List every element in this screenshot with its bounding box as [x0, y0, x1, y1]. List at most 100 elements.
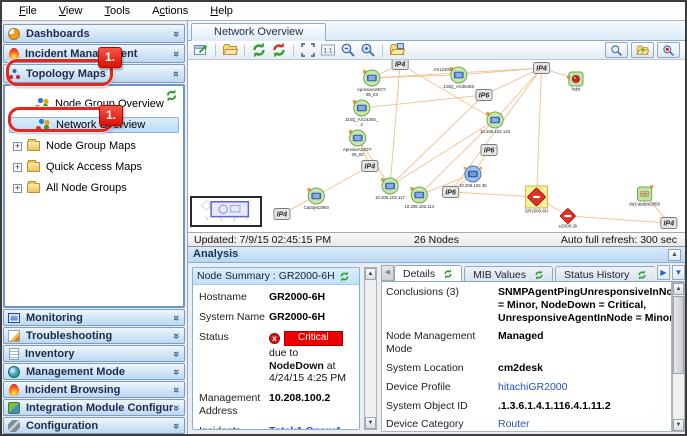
expand-plus-icon[interactable]: +: [13, 183, 22, 193]
sidebar-item-node-group-overview[interactable]: Node Group Overview: [9, 96, 179, 112]
expand-chevron-icon[interactable]: »: [170, 332, 182, 338]
map-tab-strip: Network Overview: [188, 21, 685, 41]
tab-list-dropdown-button[interactable]: ▼: [672, 265, 685, 280]
refresh-icon[interactable]: [633, 269, 647, 280]
scrollbar-thumb[interactable]: [673, 296, 684, 374]
menu-file[interactable]: File: [8, 4, 48, 18]
refresh-icon[interactable]: [339, 270, 350, 282]
sidebar-item-network-overview[interactable]: Network Overview: [9, 117, 179, 133]
tab-network-overview[interactable]: Network Overview: [191, 23, 327, 41]
expand-plus-icon[interactable]: +: [13, 141, 22, 151]
refresh-icon[interactable]: [439, 269, 453, 279]
menu-tools[interactable]: Tools: [93, 4, 141, 18]
refresh-icon[interactable]: [530, 269, 544, 280]
tab-scroll-left-button[interactable]: ◀: [381, 265, 394, 281]
map-status-bar: Updated: 7/9/15 02:45:15 PM 26 Nodes Aut…: [188, 232, 685, 247]
find-icon[interactable]: [605, 42, 628, 58]
scroll-up-button[interactable]: ▲: [365, 268, 376, 280]
expand-chevron-icon[interactable]: »: [170, 350, 182, 356]
analysis-header[interactable]: Analysis ▲: [188, 247, 685, 263]
map-node-a-ip4[interactable]: IP4: [391, 60, 409, 70]
map-node-j-ip4[interactable]: IP4: [361, 160, 379, 172]
sidebar-panel-incident-browsing[interactable]: Incident Browsing »: [3, 381, 185, 398]
expand-chevron-icon[interactable]: »: [170, 314, 182, 320]
sidebar-item-quick-access-maps[interactable]: + Quick Access Maps: [9, 159, 179, 175]
scroll-up-button[interactable]: ▲: [673, 283, 684, 295]
scroll-down-button[interactable]: ▼: [673, 419, 684, 431]
scroll-down-button[interactable]: ▼: [365, 417, 376, 429]
menu-view[interactable]: View: [48, 4, 94, 18]
tab-mib-values[interactable]: MIB Values: [464, 266, 554, 281]
sidebar-panel-monitoring[interactable]: Monitoring »: [3, 309, 185, 326]
sidebar-panel-integration-module-configuration[interactable]: Integration Module Configuration»: [3, 399, 185, 416]
topology-map[interactable]: IP4AX1240S-1ApresiaA24GT-05_03J34Q_AX243…: [188, 60, 685, 232]
map-node-f-ip4[interactable]: IP4: [533, 62, 551, 74]
expand-chevron-icon[interactable]: »: [170, 386, 182, 392]
sidebar-panel-incident-management[interactable]: Incident Management»: [3, 44, 185, 63]
field-value[interactable]: Total:1 Open:1 Last Hour:0 Last Day:0 Fi…: [269, 425, 355, 429]
expand-chevron-icon[interactable]: »: [170, 368, 182, 374]
sidebar-item-node-group-maps[interactable]: + Node Group Maps: [9, 138, 179, 154]
panel-label: Dashboards: [26, 27, 90, 40]
map-node-u-ip4[interactable]: IP4: [660, 217, 678, 229]
map-node-o-ip6[interactable]: IP6: [442, 186, 460, 198]
workspace-sidebar: Dashboards» Incident Management» Topology …: [2, 21, 186, 434]
expand-plus-icon[interactable]: +: [13, 162, 22, 172]
tab-scroll-right-button[interactable]: ▶: [657, 265, 670, 280]
status-refresh-icon[interactable]: [271, 42, 287, 58]
map-node-b-apresiaa24gt-05-03[interactable]: ApresiaA24GT-05_03: [357, 69, 387, 97]
menu-actions[interactable]: Actions: [141, 4, 199, 18]
node-summary-card: Node Summary : GR2000-6H Hostname GR2000-…: [192, 267, 360, 430]
sidebar-panel-configuration[interactable]: Configuration »: [3, 417, 185, 434]
folder-icon: [27, 139, 40, 151]
details-scrollbar[interactable]: ▲ ▼: [672, 282, 685, 432]
find-node-icon[interactable]: [657, 42, 680, 58]
map-node-h-ip6[interactable]: IP6: [475, 89, 493, 101]
tab-details[interactable]: Details: [394, 265, 463, 281]
fit-in-window-icon[interactable]: [300, 42, 316, 58]
map-node-n-ip6[interactable]: IP6: [480, 144, 498, 156]
refresh-icon[interactable]: [251, 42, 267, 58]
field-label: System Object ID: [386, 399, 468, 412]
sidebar-panel-troubleshooting[interactable]: Troubleshooting »: [3, 327, 185, 344]
map-node-d-apresiaa24gt-05-02[interactable]: ApresiaA24GT-05_02: [343, 129, 373, 157]
expand-chevron-icon[interactable]: »: [170, 50, 182, 56]
field-value[interactable]: hitachiGR2000: [498, 381, 667, 394]
collapse-chevron-icon[interactable]: »: [170, 70, 182, 76]
zoom-in-icon[interactable]: [360, 42, 376, 58]
map-node-r-gr2000-6h[interactable]: GR2000-6H: [524, 185, 549, 213]
expand-chevron-icon[interactable]: »: [170, 30, 182, 36]
actual-size-icon[interactable]: 1:1: [320, 42, 336, 58]
analysis-panel: Analysis ▲ Node Summary : GR2000-6H Host…: [188, 247, 685, 434]
map-node-g-hqbt[interactable]: hqbt: [567, 71, 584, 91]
panel-label: Topology Maps: [26, 67, 106, 80]
expand-chevron-icon[interactable]: »: [170, 422, 182, 428]
incident-management-icon: [9, 47, 19, 60]
field-value[interactable]: Router: [498, 418, 667, 431]
map-link: [567, 215, 669, 224]
expand-chevron-icon[interactable]: »: [170, 404, 182, 410]
save-map-icon[interactable]: [389, 42, 405, 58]
sidebar-panel-topology-maps[interactable]: Topology Maps »: [3, 64, 185, 83]
tab-status-history[interactable]: Status History: [555, 266, 657, 281]
sidebar-panel-management-mode[interactable]: Management Mode »: [3, 363, 185, 380]
map-node-s-si2000-2k[interactable]: si2000-2k: [558, 208, 578, 228]
map-canvas[interactable]: IP4 AX1240S-1 ApresiaA24GT-05_03 J34Q_AX243…: [188, 60, 685, 232]
map-node-i-10-206-102-134[interactable]: 10.206.102.134: [480, 111, 511, 134]
map-node-t-diycatalyst2950[interactable]: diyCatalyst2950: [629, 185, 661, 207]
collapse-analysis-button[interactable]: ▲: [668, 249, 681, 261]
sidebar-item-all-node-groups[interactable]: + All Node Groups: [9, 180, 179, 196]
zoom-out-icon[interactable]: [340, 42, 356, 58]
summary-scrollbar[interactable]: ▲ ▼: [364, 267, 377, 430]
open-in-window-icon[interactable]: [193, 42, 209, 58]
open-map-icon[interactable]: [222, 42, 238, 58]
sidebar-panel-inventory[interactable]: Inventory »: [3, 345, 185, 362]
overview-inset[interactable]: [190, 196, 262, 227]
map-node-q-ip4[interactable]: IP4: [273, 208, 291, 220]
sidebar-panel-dashboards[interactable]: Dashboards »: [3, 24, 185, 43]
menu-help[interactable]: Help: [199, 4, 244, 18]
map-help-icon[interactable]: ?: [631, 42, 654, 58]
map-node-c-j34q-ax2430s-2[interactable]: J34Q_AX2430S_ 2: [345, 99, 379, 127]
map-node-m-10-206-102-36[interactable]: 10.206.102.36: [459, 165, 487, 188]
map-node-k-10-206-102-117[interactable]: 10.206.102.117: [375, 177, 406, 200]
